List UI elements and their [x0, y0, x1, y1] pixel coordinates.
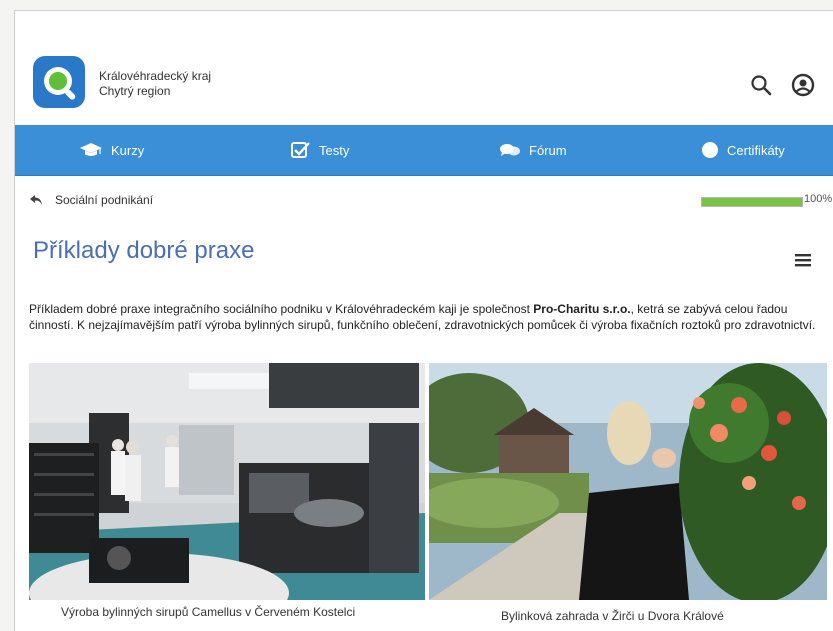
company-name: Pro-Charitu s.r.o.: [533, 302, 631, 316]
progress-label: 100%: [804, 193, 833, 205]
nav-label-kurzy: Kurzy: [111, 142, 145, 158]
chat-bubbles-icon: [500, 144, 520, 156]
brand-line-1: Královéhradecký kraj: [99, 69, 212, 83]
certificate-badge-icon: [702, 142, 718, 158]
search-icon[interactable]: [749, 73, 773, 97]
nav-item-kurzy[interactable]: Kurzy: [79, 125, 144, 175]
progress-fill: [702, 198, 802, 206]
photo-syrup-production: [29, 363, 425, 600]
graduation-cap-icon: [80, 143, 102, 156]
nav-label-certifikaty: Certifikáty: [727, 142, 785, 158]
nav-label-forum: Fórum: [529, 142, 567, 158]
magnifier-logo-icon[interactable]: [33, 56, 85, 108]
page: Královéhradecký kraj Chytrý region Kurzy…: [14, 10, 833, 631]
nav-label-testy: Testy: [319, 142, 350, 158]
header: Královéhradecký kraj Chytrý region: [15, 11, 833, 125]
user-icon[interactable]: [791, 73, 815, 97]
course-progress-bar: [701, 197, 803, 207]
caption-herb-garden: Bylinková zahrada v Žirči u Dvora Králov…: [501, 609, 724, 623]
breadcrumb[interactable]: Sociální podnikání: [29, 193, 153, 207]
nav-item-forum[interactable]: Fórum: [499, 125, 567, 175]
back-arrow-icon: [30, 195, 42, 205]
breadcrumb-label: Sociální podnikání: [55, 193, 154, 207]
intro-paragraph: Příkladem dobré praxe integračního sociá…: [29, 301, 819, 333]
hamburger-menu-icon[interactable]: [793, 251, 813, 269]
brand-line-2: Chytrý region: [99, 84, 171, 98]
nav-item-certifikaty[interactable]: Certifikáty: [701, 125, 785, 175]
nav-item-testy[interactable]: Testy: [291, 125, 349, 175]
brand-text: Královéhradecký kraj Chytrý region: [99, 69, 211, 99]
intro-text-start: Příkladem dobré praxe integračního sociá…: [29, 302, 534, 316]
caption-syrup-production: Výroba bylinných sirupů Camellus v Červe…: [61, 605, 356, 619]
photo-herb-garden: [429, 363, 827, 600]
main-nav: Kurzy Testy Fórum Certifikáty: [15, 125, 833, 176]
page-title: Příklady dobré praxe: [33, 237, 255, 264]
checkbox-icon: [291, 142, 310, 158]
